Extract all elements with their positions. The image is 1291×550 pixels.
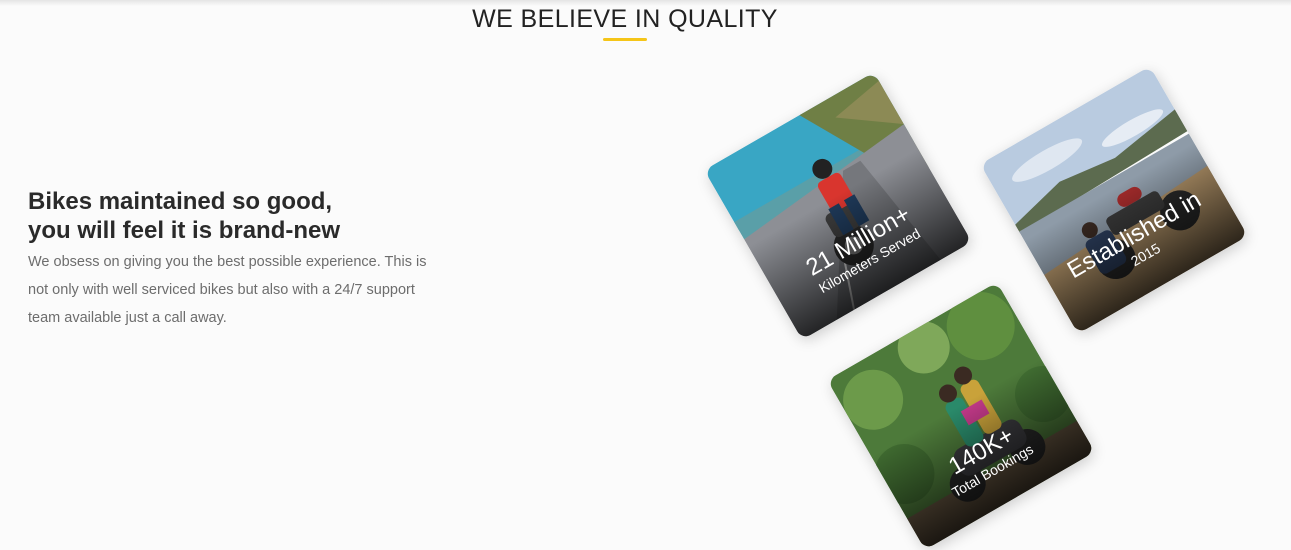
- section-title: WE BELIEVE IN QUALITY: [472, 5, 778, 33]
- title-underline: [603, 38, 647, 41]
- stat-card-established: Established in 2015: [980, 66, 1248, 334]
- headline-line-1: Bikes maintained so good,: [28, 188, 333, 215]
- headline-line-2: you will feel it is brand-new: [28, 217, 341, 244]
- stat-card-kilometers: 21 Million+ Kilometers Served: [704, 72, 972, 340]
- quality-description: We obsess on giving you the best possibl…: [28, 254, 427, 326]
- quality-headline: Bikes maintained so good, you will feel …: [28, 187, 448, 245]
- stat-card-bookings: 140K+ Total Bookings: [827, 282, 1095, 550]
